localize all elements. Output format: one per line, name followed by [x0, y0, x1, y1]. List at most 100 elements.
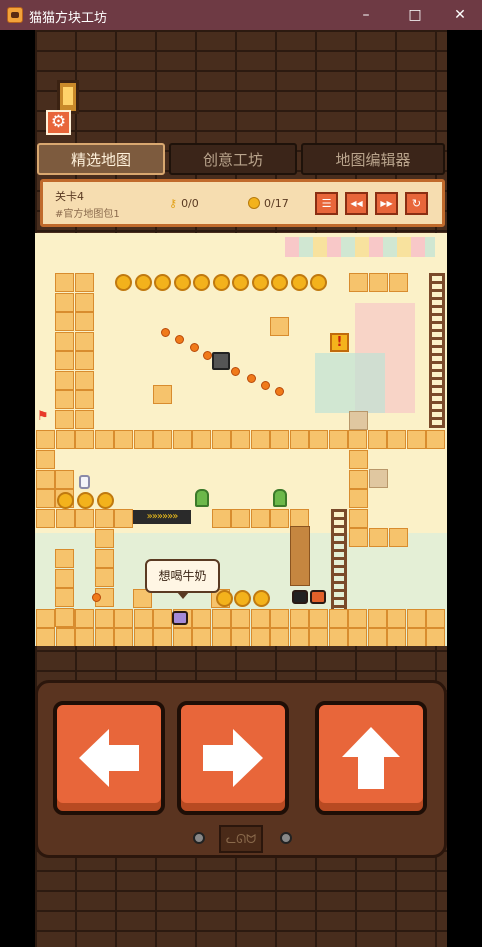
bunting-decoration — [285, 237, 435, 257]
brick-block — [250, 628, 270, 646]
coin-icon — [216, 590, 233, 607]
brick-block — [367, 609, 387, 628]
minimize-button[interactable]: – — [343, 0, 389, 30]
fireball-icon — [231, 367, 240, 376]
brick-block — [133, 609, 153, 628]
brick-block — [309, 628, 328, 646]
brick-block — [75, 609, 94, 628]
rewind-icon: ◀◀ — [350, 199, 363, 208]
brick-block — [55, 430, 75, 449]
close-button[interactable]: ✕ — [437, 0, 482, 30]
control-panel: ᓚᘏᗢ — [35, 680, 447, 858]
brick-block — [289, 628, 309, 646]
brick-block — [211, 609, 231, 628]
settings-button[interactable]: ⚙ — [46, 110, 71, 135]
coin-icon — [97, 492, 114, 509]
app-icon — [7, 7, 23, 23]
brick-block — [348, 430, 367, 449]
brick-block — [270, 609, 289, 628]
brick-block — [367, 628, 387, 646]
brick-block — [75, 331, 94, 351]
brick-block — [55, 351, 74, 370]
fireball-icon — [203, 351, 212, 360]
coin-icon — [57, 492, 74, 509]
brick-block — [36, 628, 55, 646]
brick-block — [192, 628, 211, 646]
fireball-icon — [261, 381, 270, 390]
brick-block — [133, 430, 153, 449]
brick-block — [250, 609, 270, 628]
coin-counter: 0/17 — [248, 197, 289, 210]
fast-forward-button[interactable]: ▶▶ — [375, 192, 398, 215]
coin-icon — [310, 274, 327, 291]
right-button[interactable] — [177, 701, 289, 815]
brick-block — [75, 292, 94, 312]
coin-icon — [193, 274, 210, 291]
brick-block — [114, 628, 133, 646]
coin-count: 0/17 — [264, 197, 289, 210]
brick-block — [153, 430, 172, 449]
brick-block — [389, 273, 408, 292]
brick-block — [75, 312, 94, 331]
brick-block — [36, 470, 55, 489]
brick-block — [387, 628, 406, 646]
lantern-icon — [57, 80, 79, 114]
brick-block — [55, 312, 74, 331]
brick-block — [270, 628, 289, 646]
menu-icon: ☰ — [321, 197, 332, 210]
brick-block — [231, 430, 250, 449]
brick-block — [367, 430, 387, 449]
brick-block — [75, 370, 94, 390]
brick-block — [75, 430, 94, 449]
level-pack: #官方地图包1 — [55, 209, 120, 220]
fireball-icon — [175, 335, 184, 344]
coin-icon — [212, 274, 230, 291]
brick-block — [328, 628, 348, 646]
menu-button[interactable]: ☰ — [315, 192, 338, 215]
jump-button[interactable] — [315, 701, 427, 815]
brick-block — [369, 528, 388, 547]
fireball-icon — [275, 387, 284, 396]
fireball-icon — [92, 593, 101, 602]
title-bar: 猫猫方块工坊 – □ ✕ — [0, 0, 482, 30]
rewind-button[interactable]: ◀◀ — [345, 192, 368, 215]
brick-block — [270, 430, 289, 449]
left-button[interactable] — [53, 701, 165, 815]
arrow-up-icon — [342, 727, 400, 789]
fireball-icon — [247, 374, 256, 383]
brick-block — [55, 568, 74, 588]
coin-icon — [154, 274, 171, 291]
brick-block — [231, 509, 250, 528]
brick-block — [250, 430, 270, 449]
brick-block — [153, 385, 172, 404]
restart-button[interactable]: ↻ — [405, 192, 428, 215]
tab-map-editor[interactable]: 地图编辑器 — [301, 143, 445, 175]
brick-block — [426, 430, 445, 449]
brick-block — [55, 273, 74, 292]
tab-featured-maps[interactable]: 精选地图 — [37, 143, 165, 175]
game-area: ⚙ 精选地图 创意工坊 地图编辑器 关卡4 #官方地图包1 ⚷ 0/0 0/17 … — [35, 30, 447, 947]
brick-block — [270, 317, 289, 336]
brick-block — [75, 390, 94, 409]
brick-block — [250, 509, 270, 528]
ladder — [331, 509, 347, 609]
brick-block — [55, 331, 74, 351]
tab-workshop[interactable]: 创意工坊 — [169, 143, 297, 175]
switch-block — [212, 352, 230, 370]
game-board[interactable]: ! »»»»»» ⚑ 想喝牛奶 — [35, 233, 447, 646]
brick-block — [270, 509, 289, 528]
brick-block — [211, 430, 231, 449]
coin-icon — [134, 274, 152, 291]
brick-block — [75, 509, 94, 528]
brick-block — [75, 351, 94, 370]
key-icon: ⚷ — [169, 197, 178, 210]
maximize-button[interactable]: □ — [392, 0, 438, 30]
brick-block — [114, 509, 133, 528]
fast-forward-icon: ▶▶ — [380, 199, 393, 208]
brick-block — [95, 529, 114, 548]
fireball-icon — [161, 328, 170, 337]
brick-block — [55, 628, 75, 646]
brick-block — [349, 469, 368, 489]
brick-block — [192, 430, 211, 449]
coin-icon — [248, 197, 260, 209]
